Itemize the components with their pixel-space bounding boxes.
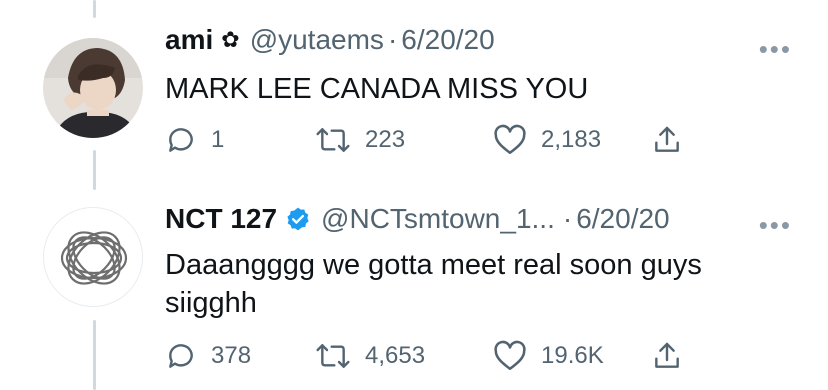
more-options-icon[interactable]: ••• [759, 36, 792, 62]
separator-dot: · [562, 203, 573, 234]
retweet-icon [316, 128, 350, 152]
avatar[interactable] [43, 38, 143, 138]
retweet-icon [316, 344, 350, 368]
share-icon [655, 126, 679, 152]
flower-emoji: ✿ [221, 27, 240, 52]
like-count: 19.6K [541, 342, 604, 369]
tweet-text: Daaangggg we gotta meet real soon guys s… [165, 249, 702, 319]
retweet-button[interactable]: 223 [315, 124, 405, 156]
reply-icon [169, 344, 193, 368]
handle[interactable]: @yutaems [250, 24, 384, 56]
like-button[interactable]: 19.6K [493, 340, 604, 372]
retweet-count: 4,653 [365, 342, 426, 369]
like-count: 2,183 [541, 126, 602, 153]
thread-line-top [93, 0, 96, 18]
thread-line-bottom [93, 320, 96, 390]
share-icon [655, 342, 679, 368]
like-button[interactable]: 2,183 [493, 124, 601, 156]
reply-button[interactable]: 1 [165, 124, 224, 156]
tweet-header: ami ✿ @yutaems · 6/20/20 [165, 24, 495, 56]
reply-count: 378 [211, 342, 252, 369]
tweet-actions: 1 223 2,183 [165, 124, 725, 160]
tweet-header: NCT 127 @NCTsmtown_1... · 6/20/20 [165, 203, 670, 235]
reply-button[interactable]: 378 [165, 340, 251, 372]
nct-logo-icon [44, 208, 142, 306]
separator-dot: · [387, 24, 398, 55]
retweet-button[interactable]: 4,653 [315, 340, 425, 372]
tweet-actions: 378 4,653 19.6K [165, 340, 725, 376]
heart-icon [494, 340, 526, 371]
share-button[interactable] [651, 340, 683, 372]
handle[interactable]: @NCTsmtown_1... [321, 203, 555, 235]
display-name[interactable]: ami [165, 24, 213, 56]
display-name[interactable]: NCT 127 [165, 203, 277, 235]
reply-icon [169, 128, 193, 152]
tweet-date[interactable]: 6/20/20 [401, 24, 494, 56]
verified-badge-icon [287, 207, 309, 231]
tweet-date[interactable]: 6/20/20 [576, 203, 669, 235]
avatar[interactable] [43, 207, 143, 307]
heart-icon [494, 124, 526, 155]
tweet-text: MARK LEE CANADA MISS YOU [165, 73, 589, 105]
thread-line-middle [93, 150, 96, 190]
more-options-icon[interactable]: ••• [759, 212, 792, 238]
reply-count: 1 [211, 126, 225, 153]
retweet-count: 223 [365, 126, 406, 153]
share-button[interactable] [651, 124, 683, 156]
